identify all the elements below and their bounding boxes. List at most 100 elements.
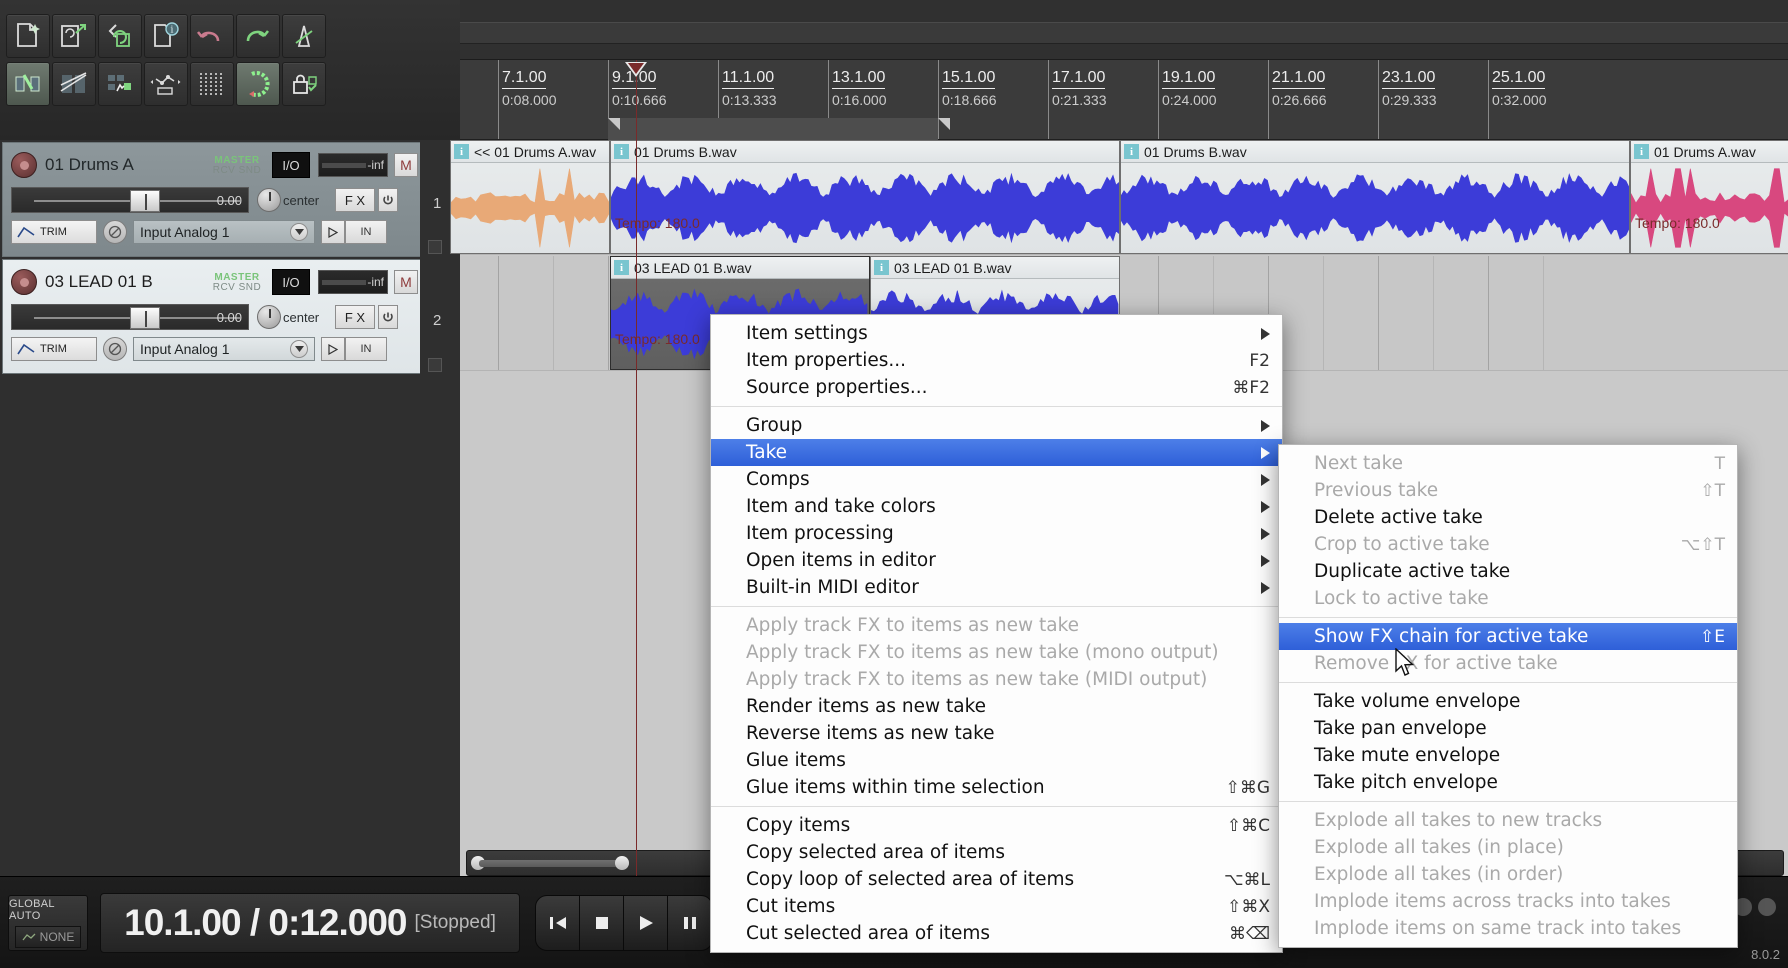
master-send-indicator[interactable]: MASTER RCV SND (206, 271, 268, 293)
open-project-button[interactable] (52, 14, 96, 58)
menu-item[interactable]: Open items in editor (711, 547, 1282, 574)
menu-item[interactable]: Delete active take (1279, 504, 1737, 531)
media-item-header[interactable]: i03 LEAD 01 B.wav (611, 257, 869, 279)
fx-bypass-button[interactable] (378, 305, 398, 329)
io-button[interactable]: I/O (272, 269, 310, 295)
menu-item[interactable]: Item settings (711, 320, 1282, 347)
menu-item[interactable]: Copy selected area of items (711, 839, 1282, 866)
project-settings-button[interactable]: i (144, 14, 188, 58)
menu-item[interactable]: Cut items⇧⌘X (711, 893, 1282, 920)
time-selection[interactable] (608, 118, 938, 140)
chevron-down-icon[interactable] (290, 223, 308, 241)
volume-fader[interactable]: 0.00 (11, 304, 249, 330)
item-info-icon[interactable]: i (614, 260, 629, 275)
menu-item[interactable]: Show FX chain for active take⇧E (1279, 623, 1737, 650)
transport-rewind-button[interactable] (536, 896, 580, 950)
media-item[interactable]: i<< 01 Drums A.wav (450, 140, 610, 254)
record-input-button[interactable]: IN (345, 220, 387, 244)
phase-invert-button[interactable] (103, 337, 127, 361)
menu-item[interactable]: Render items as new take (711, 693, 1282, 720)
record-monitor-button[interactable] (321, 337, 345, 361)
mute-button[interactable]: M (394, 270, 418, 294)
automation-mode-button[interactable]: NONE (15, 926, 81, 948)
menu-item[interactable]: Item and take colors (711, 493, 1282, 520)
transport-play-button[interactable] (624, 896, 668, 950)
timeline-ruler[interactable]: 7.1.000:08.0009.1.000:10.66611.1.000:13.… (460, 60, 1788, 140)
fx-bypass-button[interactable] (378, 188, 398, 212)
playback-position-display[interactable]: 10.1.00 / 0:12.000 [Stopped] (100, 893, 520, 953)
media-item-header[interactable]: i03 LEAD 01 B.wav (871, 257, 1119, 279)
track-name-label[interactable]: 01 Drums A (45, 155, 134, 175)
scroll-handle-right[interactable] (615, 856, 629, 870)
menu-item[interactable]: Take mute envelope (1279, 742, 1737, 769)
item-info-icon[interactable]: i (1124, 144, 1139, 159)
record-monitor-button[interactable] (321, 220, 345, 244)
menu-item[interactable]: Cut selected area of items⌘⌫ (711, 920, 1282, 947)
media-item[interactable]: i01 Drums B.wavTempo: 180.0 (610, 140, 1120, 254)
save-project-button[interactable] (98, 14, 142, 58)
media-item-header[interactable]: i01 Drums B.wav (611, 141, 1119, 163)
track-fold-button-2[interactable] (428, 358, 442, 372)
envelope-button[interactable] (144, 62, 188, 106)
fx-button[interactable]: F X (335, 305, 375, 329)
fx-button[interactable]: F X (335, 188, 375, 212)
volume-fader[interactable]: 0.00 (11, 187, 249, 213)
transport-stop-button[interactable] (580, 896, 624, 950)
metronome-button[interactable] (282, 14, 326, 58)
transport-right-indicators[interactable] (1734, 898, 1776, 916)
item-info-icon[interactable]: i (614, 144, 629, 159)
new-project-button[interactable] (6, 14, 50, 58)
menu-item[interactable]: Item processing (711, 520, 1282, 547)
marker-lane[interactable] (460, 0, 1788, 60)
pan-knob[interactable] (257, 188, 281, 212)
undo-button[interactable] (190, 14, 234, 58)
menu-item[interactable]: Copy loop of selected area of items⌥⌘L (711, 866, 1282, 893)
menu-item[interactable]: Comps (711, 466, 1282, 493)
crossfade-button[interactable] (52, 62, 96, 106)
menu-item[interactable]: Take pan envelope (1279, 715, 1737, 742)
menu-item[interactable]: Take volume envelope (1279, 688, 1737, 715)
pan-control[interactable]: center (257, 187, 329, 213)
menu-item[interactable]: Reverse items as new take (711, 720, 1282, 747)
grid-button[interactable] (190, 62, 234, 106)
loop-button[interactable] (236, 62, 280, 106)
track-name-label[interactable]: 03 LEAD 01 B (45, 272, 153, 292)
pan-knob[interactable] (257, 305, 281, 329)
media-item[interactable]: i01 Drums B.wav (1120, 140, 1630, 254)
global-automation-control[interactable]: GLOBAL AUTO NONE (8, 895, 88, 951)
record-arm-button[interactable] (11, 269, 37, 295)
track-panel-1[interactable]: 01 Drums A MASTER RCV SND I/O -inf M S 0… (2, 142, 452, 257)
item-info-icon[interactable]: i (1634, 144, 1649, 159)
take-submenu[interactable]: Next takeTPrevious take⇧TDelete active t… (1278, 444, 1738, 948)
item-info-icon[interactable]: i (454, 144, 469, 159)
menu-item[interactable]: Duplicate active take (1279, 558, 1737, 585)
media-item-header[interactable]: i01 Drums B.wav (1121, 141, 1629, 163)
input-select[interactable]: Input Analog 1 (133, 220, 315, 244)
trim-button[interactable]: TRIM (11, 220, 97, 244)
item-context-menu[interactable]: Item settingsItem properties...F2Source … (710, 314, 1283, 953)
io-button[interactable]: I/O (272, 152, 310, 178)
track-panel-2[interactable]: 03 LEAD 01 B MASTER RCV SND I/O -inf M S… (2, 259, 452, 374)
menu-item[interactable]: Group (711, 412, 1282, 439)
track-fold-button-1[interactable] (428, 240, 442, 254)
track-meter[interactable]: -inf (318, 153, 388, 177)
grouping-button[interactable] (98, 62, 142, 106)
phase-invert-button[interactable] (103, 220, 127, 244)
lock-button[interactable] (282, 62, 326, 106)
record-input-button[interactable]: IN (345, 337, 387, 361)
item-info-icon[interactable]: i (874, 260, 889, 275)
menu-item[interactable]: Built-in MIDI editor (711, 574, 1282, 601)
menu-item[interactable]: Take (711, 439, 1282, 466)
menu-item[interactable]: Glue items within time selection⇧⌘G (711, 774, 1282, 801)
chevron-down-icon[interactable] (290, 340, 308, 358)
fader-thumb[interactable] (130, 307, 160, 329)
track-meter[interactable]: -inf (318, 270, 388, 294)
media-item[interactable]: i01 Drums A.wavTempo: 180.0 (1630, 140, 1788, 254)
menu-item[interactable]: Copy items⇧⌘C (711, 812, 1282, 839)
redo-button[interactable] (236, 14, 280, 58)
menu-item[interactable]: Source properties...⌘F2 (711, 374, 1282, 401)
fader-thumb[interactable] (130, 190, 160, 212)
media-item-header[interactable]: i<< 01 Drums A.wav (451, 141, 609, 163)
input-select[interactable]: Input Analog 1 (133, 337, 315, 361)
record-arm-button[interactable] (11, 152, 37, 178)
